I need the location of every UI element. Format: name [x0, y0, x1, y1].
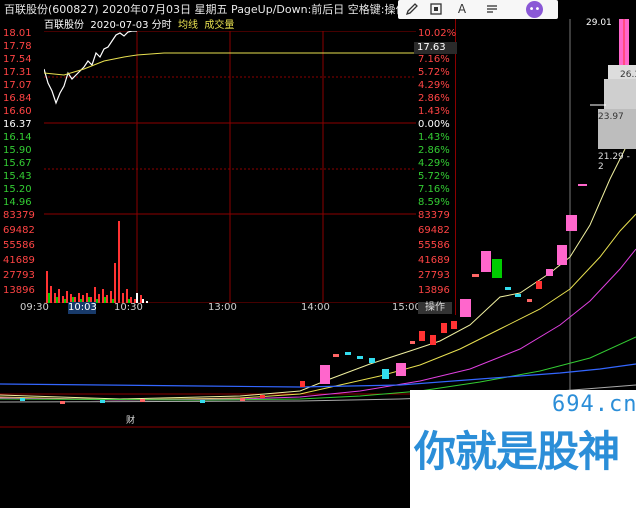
assistant-label: •• — [528, 4, 541, 15]
time-tick: 13:00 — [208, 302, 237, 313]
price-label: 15.67 — [3, 158, 32, 169]
translate-icon[interactable]: A — [454, 2, 470, 17]
pct-label: 8.59% — [418, 197, 450, 208]
minute-plot — [44, 31, 416, 303]
volume-label: 69482 — [3, 225, 35, 236]
price-label: 16.37 — [3, 119, 32, 130]
time-tick: 09:30 — [20, 302, 49, 313]
operate-button[interactable]: 操作 — [418, 302, 452, 314]
price-label: 17.07 — [3, 80, 32, 91]
title-bar: 百联股份(600827) 2020年07月03日 星期五 PageUp/Down… — [0, 0, 407, 19]
time-tick: 14:00 — [301, 302, 330, 313]
pen-icon[interactable] — [404, 2, 420, 17]
finance-marker[interactable]: 财 — [126, 413, 135, 426]
price-label: 15.90 — [3, 145, 32, 156]
volume-label-right: 69482 — [418, 225, 450, 236]
volume-label-right: 13896 — [418, 285, 450, 296]
title-text: 百联股份(600827) 2020年07月03日 星期五 PageUp/Down… — [4, 3, 407, 16]
time-tick: 15:00 — [392, 302, 421, 313]
time-tick: 10:30 — [114, 302, 143, 313]
pct-label: 7.16% — [418, 54, 450, 65]
volume-label-right: 83379 — [418, 210, 450, 221]
pct-label: 4.29% — [418, 158, 450, 169]
pct-label: 1.43% — [418, 132, 450, 143]
assistant-icon[interactable]: •• — [526, 1, 543, 18]
legend-avg: 均线 — [178, 20, 199, 31]
price-label: 17.54 — [3, 54, 32, 65]
text-icon[interactable] — [484, 2, 500, 17]
pct-label: 0.00% — [418, 119, 450, 130]
price-label: 14.96 — [3, 197, 32, 208]
price-label: 17.31 — [3, 67, 32, 78]
watermark-url: 694.cn — [552, 392, 636, 417]
pct-label: 5.72% — [418, 67, 450, 78]
kline-mid-label: 26.3 — [620, 70, 636, 80]
volume-label-right: 55586 — [418, 240, 450, 251]
pct-label: 7.16% — [418, 184, 450, 195]
pct-label: 1.43% — [418, 106, 450, 117]
price-label: 16.60 — [3, 106, 32, 117]
volume-label: 27793 — [3, 270, 35, 281]
pct-label: 2.86% — [418, 145, 450, 156]
volume-label: 55586 — [3, 240, 35, 251]
current-price-box: 17.63 — [414, 42, 457, 54]
price-label: 17.78 — [3, 41, 32, 52]
translate-label: A — [457, 2, 467, 16]
price-label: 16.14 — [3, 132, 32, 143]
price-label: 16.84 — [3, 93, 32, 104]
watermark: 694.cn 你就是股神 — [410, 390, 636, 508]
pct-label: 4.29% — [418, 80, 450, 91]
cursor-time: 10:03 — [68, 302, 97, 314]
volume-label: 13896 — [3, 285, 35, 296]
watermark-text: 你就是股神 — [414, 427, 620, 476]
legend-date: 2020-07-03 分时 — [90, 20, 172, 31]
volume-label-right: 41689 — [418, 255, 450, 266]
volume-label: 41689 — [3, 255, 35, 266]
legend-name: 百联股份 — [44, 20, 84, 31]
legend-volume: 成交量 — [204, 20, 235, 31]
price-label: 15.20 — [3, 184, 32, 195]
kline-range-label: 21.29 - 2 — [598, 152, 630, 172]
volume-label: 83379 — [3, 210, 35, 221]
volume-label-right: 27793 — [418, 270, 450, 281]
kline-low-label: 23.97 — [598, 112, 624, 122]
price-label: 15.43 — [3, 171, 32, 182]
screenshot-icon[interactable] — [428, 2, 444, 17]
kline-high-label: 29.01 — [586, 18, 612, 28]
pct-label: 2.86% — [418, 93, 450, 104]
pct-label: 10.02% — [418, 28, 457, 39]
price-label: 18.01 — [3, 28, 32, 39]
minute-chart: 百联股份 2020-07-03 分时 均线 成交量 18.01 17.78 17… — [0, 19, 456, 315]
pct-label: 5.72% — [418, 171, 450, 182]
